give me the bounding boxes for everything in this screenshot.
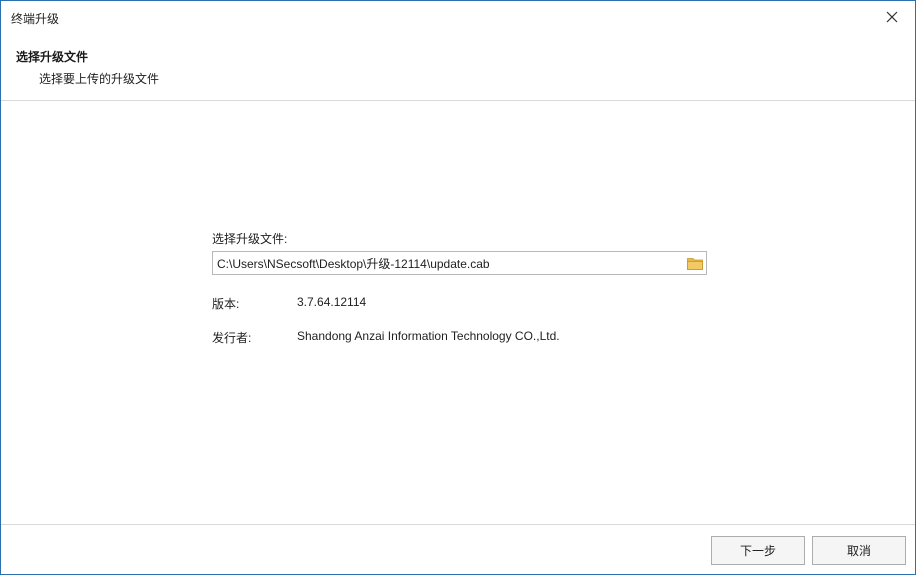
title-bar: 终端升级 xyxy=(1,1,915,33)
version-value: 3.7.64.12114 xyxy=(297,295,367,309)
wizard-footer: 下一步 取消 xyxy=(1,524,915,574)
file-label: 选择升级文件: xyxy=(212,232,288,246)
next-button[interactable]: 下一步 xyxy=(711,536,805,565)
file-path-field xyxy=(212,251,707,275)
wizard-content: 选择升级文件: 版本: 3.7.64.12114 发行者: Shandong A… xyxy=(1,102,915,524)
step-title: 选择升级文件 xyxy=(16,50,89,64)
close-icon xyxy=(886,11,898,23)
wizard-header: 选择升级文件 选择要上传的升级文件 xyxy=(1,33,915,101)
upgrade-dialog: 终端升级 选择升级文件 选择要上传的升级文件 选择升级文件: 版本: 3.7.6… xyxy=(0,0,916,575)
folder-icon xyxy=(687,257,703,270)
step-subtitle: 选择要上传的升级文件 xyxy=(39,72,160,86)
close-button[interactable] xyxy=(869,1,915,33)
cancel-button[interactable]: 取消 xyxy=(812,536,906,565)
file-path-input[interactable] xyxy=(213,252,683,274)
browse-button[interactable] xyxy=(686,255,704,271)
publisher-value: Shandong Anzai Information Technology CO… xyxy=(297,329,560,343)
publisher-label: 发行者: xyxy=(212,331,252,345)
window-title: 终端升级 xyxy=(11,12,60,26)
version-label: 版本: xyxy=(212,297,240,311)
